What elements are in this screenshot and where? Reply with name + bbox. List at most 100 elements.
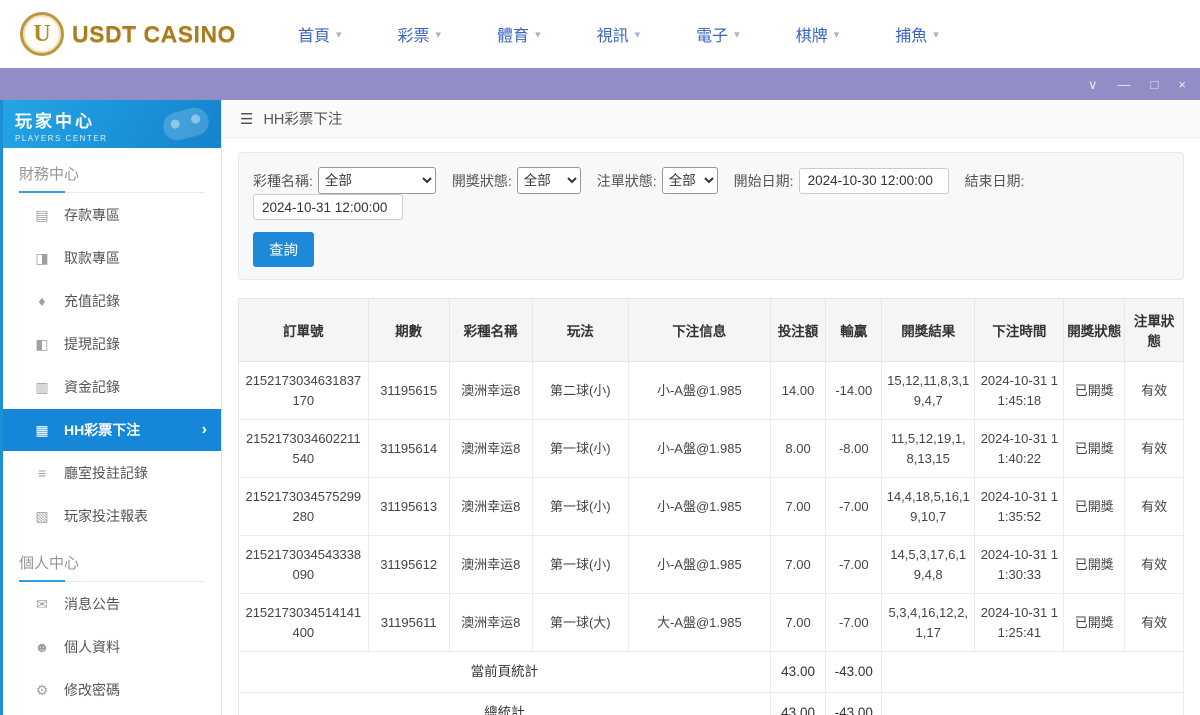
nav-item-chess[interactable]: 棋牌 ▾	[796, 22, 840, 46]
cell-lottery-name: 澳洲幸运8	[448, 361, 533, 420]
cell-period: 31195615	[367, 361, 450, 420]
cell-play-type: 第一球(大)	[531, 593, 629, 652]
table-row: 2152173034575299280 31195613 澳洲幸运8 第一球(小) 小-…	[238, 477, 1184, 536]
start-date-input[interactable]	[798, 167, 949, 194]
cell-bet-amount: 7.00	[769, 477, 827, 536]
nav-item-video[interactable]: 視訊 ▾	[597, 22, 641, 46]
chevron-down-icon: ▾	[734, 28, 740, 41]
window-titlebar: ∨ — □ ×	[0, 68, 1200, 100]
sidebar: 玩家中心 PLAYERS CENTER 財務中心 ▤ 存款專區 ◨ 取款專區 ♦ 充值記錄 ◧…	[3, 100, 222, 715]
sidebar-item-deposit[interactable]: ▤ 存款專區	[3, 194, 221, 236]
cell-lottery-name: 澳洲幸运8	[448, 593, 533, 652]
sidebar-item-hh-lottery-bet[interactable]: ▦ HH彩票下注 ›	[3, 409, 221, 451]
draw-status-select[interactable]: 全部	[516, 167, 581, 194]
site-header: U USDT CASINO 首頁 ▾ 彩票 ▾ 體育 ▾ 視訊 ▾ 電子 ▾ 棋牌 ▾ 捕魚 ▾	[0, 0, 1200, 68]
sidebar-heading-personal: 個人中心	[19, 552, 205, 582]
cell-bet-time: 2024-10-31 11:40:22	[974, 419, 1065, 478]
cell-order-status: 有效	[1124, 535, 1184, 594]
withdraw-icon: ◨	[35, 249, 49, 266]
sidebar-item-withdrawal-record[interactable]: ◧ 提現記錄	[3, 323, 221, 365]
app-frame: 玩家中心 PLAYERS CENTER 財務中心 ▤ 存款專區 ◨ 取款專區 ♦ 充值記錄 ◧…	[0, 100, 1200, 715]
usdt-logo-icon: U	[20, 12, 64, 56]
column-header: 訂單號	[238, 298, 369, 362]
cell-win-loss: -8.00	[825, 419, 883, 478]
chevron-down-icon: ▾	[335, 28, 342, 41]
sidebar-item-label: 消息公告	[64, 596, 120, 612]
sidebar-heading-finance: 財務中心	[19, 163, 205, 193]
players-center-banner: 玩家中心 PLAYERS CENTER	[3, 100, 221, 148]
cell-win-loss: -14.00	[825, 361, 883, 420]
column-header: 彩種名稱	[448, 298, 533, 362]
end-date-input[interactable]	[253, 194, 403, 220]
sidebar-item-recharge-record[interactable]: ♦ 充值記錄	[3, 280, 221, 322]
cell-draw-status: 已開獎	[1063, 477, 1126, 536]
nav-item-label: 彩票	[397, 28, 430, 45]
sidebar-item-funds-record[interactable]: ▥ 資金記錄	[3, 366, 221, 408]
cell-bet-time: 2024-10-31 11:35:52	[974, 477, 1065, 536]
nav-item-label: 棋牌	[795, 28, 828, 45]
cell-bet-info: 小-A盤@1.985	[627, 419, 771, 478]
sidebar-item-announcements[interactable]: ✉ 消息公告	[3, 583, 221, 625]
cell-bet-info: 小-A盤@1.985	[627, 535, 771, 594]
recharge-record-icon: ♦	[38, 293, 46, 309]
cell-order-status: 有效	[1124, 419, 1184, 478]
order-status-select[interactable]: 全部	[661, 167, 718, 194]
cell-order-number: 2152173034631837170	[238, 361, 369, 420]
logo: U USDT CASINO	[20, 12, 236, 56]
order-status-label: 注單狀態:	[596, 172, 657, 189]
chevron-right-icon: ›	[201, 421, 207, 438]
column-header: 輸贏	[825, 298, 883, 362]
minimize-button[interactable]: —	[1118, 78, 1131, 91]
sidebar-item-withdraw[interactable]: ◨ 取款專區	[3, 237, 221, 279]
summary-row: 總統計 43.00 -43.00	[238, 692, 1184, 715]
summary-bet-amount: 43.00	[769, 650, 827, 694]
column-header: 開獎狀態	[1063, 298, 1126, 362]
cell-bet-info: 大-A盤@1.985	[627, 593, 771, 652]
column-header: 下注信息	[627, 298, 771, 362]
maximize-button[interactable]: □	[1151, 78, 1159, 91]
cell-bet-time: 2024-10-31 11:30:33	[974, 535, 1065, 594]
cell-period: 31195612	[367, 535, 450, 594]
menu-icon[interactable]: ☰	[240, 110, 253, 128]
cell-order-number: 2152173034543338090	[238, 535, 369, 594]
sidebar-item-label: 取款專區	[64, 250, 120, 266]
cell-lottery-name: 澳洲幸运8	[448, 477, 533, 536]
sidebar-item-profile[interactable]: ☻ 個人資料	[3, 626, 221, 668]
cell-draw-result: 15,12,11,8,3,19,4,7	[881, 361, 976, 420]
nav-item-slots[interactable]: 電子 ▾	[696, 22, 740, 46]
nav-item-label: 體育	[497, 28, 530, 45]
sidebar-item-player-bet-report[interactable]: ▧ 玩家投注報表	[3, 495, 221, 537]
summary-empty	[881, 692, 1184, 715]
sidebar-item-room-bet-record[interactable]: ≡ 廳室投註記錄	[3, 452, 221, 494]
collapse-button[interactable]: ∨	[1088, 78, 1098, 91]
cell-lottery-name: 澳洲幸运8	[448, 419, 533, 478]
column-header: 注單狀態	[1124, 298, 1184, 362]
summary-row: 當前頁統計 43.00 -43.00	[238, 650, 1184, 694]
lottery-name-label: 彩種名稱:	[253, 172, 313, 189]
nav-item-fishing[interactable]: 捕魚 ▾	[895, 22, 939, 46]
draw-status-label: 開獎狀態:	[451, 172, 512, 189]
lottery-name-select[interactable]: 全部	[317, 167, 436, 194]
announcement-icon: ✉	[36, 595, 48, 612]
funds-record-icon: ▥	[35, 378, 49, 395]
table-row: 2152173034514141400 31195611 澳洲幸运8 第一球(大) 大-…	[238, 593, 1184, 652]
sidebar-item-change-password[interactable]: ⚙ 修改密碼	[3, 669, 221, 711]
cell-draw-result: 14,4,18,5,16,19,10,7	[881, 477, 976, 536]
column-header: 玩法	[531, 298, 629, 362]
start-date-label: 開始日期:	[733, 172, 794, 189]
cell-lottery-name: 澳洲幸运8	[448, 535, 533, 594]
search-button[interactable]: 查詢	[253, 232, 314, 267]
nav-item-sports[interactable]: 體育 ▾	[497, 22, 541, 46]
summary-win-loss: -43.00	[825, 692, 883, 715]
sidebar-item-label: 提現記錄	[64, 336, 120, 352]
nav-item-home[interactable]: 首頁 ▾	[298, 22, 342, 46]
content-header: ☰ HH彩票下注	[222, 100, 1200, 138]
cell-period: 31195614	[367, 419, 450, 478]
cell-win-loss: -7.00	[825, 535, 883, 594]
close-button[interactable]: ×	[1178, 78, 1186, 91]
sidebar-item-label: 資金記錄	[64, 379, 120, 395]
cell-order-number: 2152173034575299280	[238, 477, 369, 536]
cell-period: 31195613	[367, 477, 450, 536]
cell-bet-amount: 8.00	[769, 419, 827, 478]
nav-item-lottery[interactable]: 彩票 ▾	[398, 22, 442, 46]
